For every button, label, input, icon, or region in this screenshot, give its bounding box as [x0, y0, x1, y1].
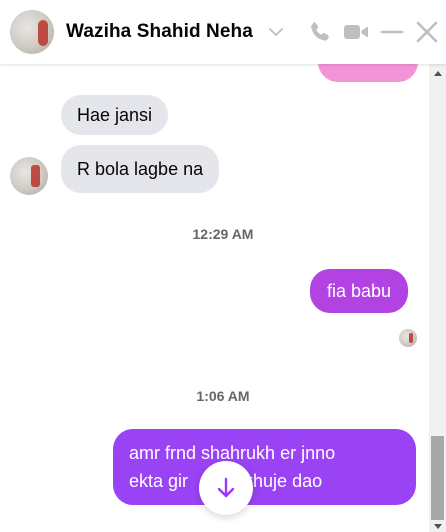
message-text: khuje dao	[244, 471, 323, 491]
chat-window: Waziha Shahid Neha Hae jansi R bola lagb…	[0, 0, 446, 532]
arrow-down-icon	[217, 477, 235, 498]
scroll-to-latest-button[interactable]	[199, 461, 253, 515]
contact-name[interactable]: Waziha Shahid Neha	[66, 21, 253, 43]
sender-avatar[interactable]	[10, 157, 48, 195]
scroll-up-arrow-icon[interactable]	[434, 71, 442, 76]
message-text: Hae jansi	[77, 105, 153, 125]
scroll-down-arrow-icon[interactable]	[434, 524, 442, 529]
message-text: R bola lagbe na	[77, 159, 204, 179]
message-bubble-outgoing[interactable]: fia babu	[310, 269, 409, 313]
message-bubble-incoming[interactable]: Hae jansi	[61, 95, 169, 135]
message-bubble-incoming[interactable]: R bola lagbe na	[61, 145, 220, 193]
seen-receipt-avatar	[399, 329, 417, 347]
scrollbar-thumb[interactable]	[431, 436, 444, 520]
minimize-icon[interactable]	[379, 19, 405, 45]
message-timestamp: 1:06 AM	[196, 388, 250, 404]
message-bubble-outgoing[interactable]: amr frnd shahrukh er jnno ekta gir khuje …	[113, 429, 416, 505]
contact-avatar[interactable]	[10, 10, 54, 54]
video-icon[interactable]	[342, 19, 370, 45]
chevron-down-icon[interactable]	[268, 25, 284, 39]
message-text-line: ekta gir khuje dao	[129, 467, 400, 495]
message-text: ekta gir	[129, 471, 189, 491]
close-icon[interactable]	[414, 19, 440, 45]
phone-icon[interactable]	[307, 19, 333, 45]
message-text: fia babu	[327, 281, 392, 301]
message-text-line: amr frnd shahrukh er jnno	[129, 443, 336, 463]
chat-header: Waziha Shahid Neha	[0, 0, 446, 64]
message-timestamp: 12:29 AM	[192, 226, 254, 242]
